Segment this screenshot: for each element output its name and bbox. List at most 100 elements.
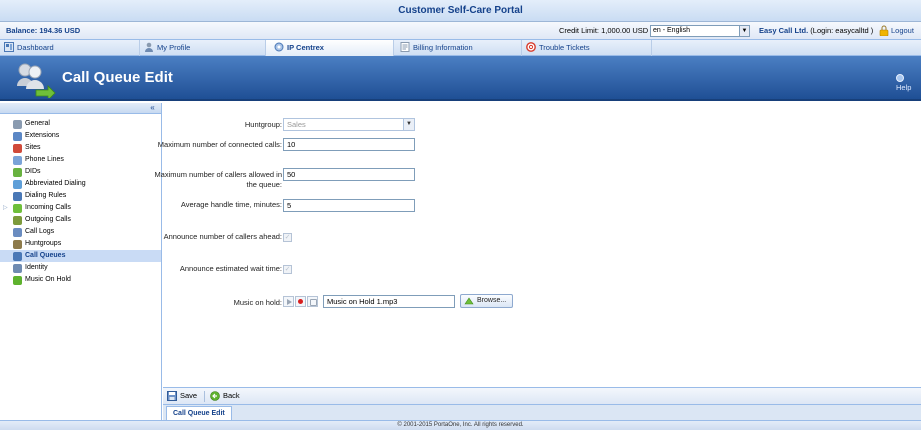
sidebar-item-label: DIDs [25, 168, 41, 175]
sidebar-item-label: Dialing Rules [25, 192, 67, 199]
huntgroup-select[interactable]: Sales ▼ [283, 118, 415, 131]
huntgroups-icon [13, 240, 22, 249]
status-bar: Balance: 194.36 USD Credit Limit: 1,000.… [0, 22, 921, 40]
record-icon[interactable] [295, 296, 306, 307]
sidebar-item-dids[interactable]: DIDs [0, 166, 161, 178]
floppy-icon [167, 391, 177, 401]
collapse-icon[interactable]: « [148, 103, 157, 113]
sidebar-item-identity[interactable]: Identity [0, 262, 161, 274]
music-on-hold-input[interactable]: Music on Hold 1.mp3 [323, 295, 455, 308]
abbreviated-dialing-icon [13, 180, 22, 189]
huntgroup-label: Huntgroup: [244, 120, 282, 129]
sidebar: « General Extensions Sites Phone Lines DIDs A… [0, 103, 162, 420]
ip-centrex-icon [274, 42, 284, 52]
chevron-down-icon[interactable]: ▼ [403, 119, 414, 130]
sidebar-item-label: Huntgroups [25, 240, 62, 247]
browse-label: Browse... [477, 297, 507, 304]
sidebar-item-label: Abbreviated Dialing [25, 180, 86, 187]
save-button[interactable]: Save [167, 391, 197, 401]
dids-icon [13, 168, 22, 177]
tab-billing-information[interactable]: Billing Information [394, 40, 522, 56]
call-logs-icon [13, 228, 22, 237]
gear-icon [13, 120, 22, 129]
bottom-tab-strip: Call Queue Edit [163, 404, 921, 421]
max-connected-label: Maximum number of connected calls: [157, 140, 282, 149]
credit-limit-value: 1,000.00 USD [601, 26, 649, 35]
tab-call-queue-edit[interactable]: Call Queue Edit [166, 406, 232, 421]
sidebar-item-label: Outgoing Calls [25, 216, 71, 223]
sidebar-item-call-queues[interactable]: Call Queues [0, 250, 161, 262]
announce-ahead-checkbox[interactable]: ✓ [283, 233, 292, 242]
expand-icon[interactable]: ▷ [3, 202, 8, 214]
tab-label: Billing Information [413, 43, 473, 52]
call-queue-form: Huntgroup: Sales ▼ Maximum number of con… [154, 103, 921, 386]
play-icon[interactable] [283, 296, 294, 307]
back-label: Back [223, 391, 240, 400]
announce-ahead-label: Announce number of callers ahead: [163, 232, 282, 241]
tab-dashboard[interactable]: Dashboard [0, 40, 140, 56]
sidebar-item-dialing-rules[interactable]: Dialing Rules [0, 190, 161, 202]
huntgroup-value: Sales [287, 120, 306, 129]
sidebar-item-call-logs[interactable]: Call Logs [0, 226, 161, 238]
logout-link[interactable]: Logout [891, 26, 914, 35]
call-queue-icon [17, 63, 56, 98]
sidebar-item-label: General [25, 120, 50, 127]
toolbar-divider [204, 391, 205, 402]
music-on-hold-icon [13, 276, 22, 285]
sidebar-item-label: Call Logs [25, 228, 55, 235]
page-header: Call Queue Edit Help [0, 56, 921, 101]
billing-icon [400, 42, 410, 52]
sidebar-item-label: Sites [25, 144, 41, 151]
company-name: Easy Call Ltd. [759, 26, 809, 35]
tab-label: My Profile [157, 43, 191, 52]
music-on-hold-label: Music on hold: [233, 298, 282, 307]
announce-wait-checkbox[interactable]: ✓ [283, 265, 292, 274]
sidebar-item-label: Incoming Calls [25, 204, 71, 211]
sidebar-item-extensions[interactable]: Extensions [0, 130, 161, 142]
help-icon [896, 74, 904, 82]
phone-lines-icon [13, 156, 22, 165]
dashboard-icon [4, 42, 14, 52]
incoming-calls-icon [13, 204, 22, 213]
language-select[interactable]: en - English ▼ [650, 25, 750, 37]
avg-handle-input[interactable]: 5 [283, 199, 415, 212]
browse-button[interactable]: Browse... [460, 294, 514, 308]
identity-icon [13, 264, 22, 273]
max-callers-input[interactable]: 50 [283, 168, 415, 181]
language-value: en - English [653, 27, 690, 34]
page-title: Call Queue Edit [62, 69, 173, 86]
sidebar-item-phone-lines[interactable]: Phone Lines [0, 154, 161, 166]
tab-ip-centrex[interactable]: IP Centrex [266, 40, 394, 56]
tab-label: Dashboard [17, 43, 54, 52]
call-queues-icon [13, 252, 22, 261]
sidebar-item-huntgroups[interactable]: Huntgroups [0, 238, 161, 250]
profile-icon [145, 42, 153, 52]
tab-trouble-tickets[interactable]: Trouble Tickets [522, 40, 652, 56]
sites-icon [13, 144, 22, 153]
delete-icon[interactable] [307, 296, 318, 307]
lock-icon[interactable] [879, 25, 889, 36]
back-button[interactable]: Back [210, 391, 240, 401]
credit-limit: Credit Limit: 1,000.00 USD [559, 26, 648, 35]
dialing-rules-icon [13, 192, 22, 201]
main-tabs: Dashboard My Profile IP Centrex Billing … [0, 40, 921, 56]
sidebar-item-label: Identity [25, 264, 48, 271]
sidebar-nav: General Extensions Sites Phone Lines DIDs Abb… [0, 114, 161, 286]
sidebar-item-sites[interactable]: Sites [0, 142, 161, 154]
chevron-down-icon[interactable]: ▼ [739, 26, 749, 36]
back-arrow-icon [210, 391, 220, 401]
help-link[interactable]: Help [896, 74, 921, 92]
login-name: (Login: easycalltd ) [810, 26, 874, 35]
sidebar-item-outgoing-calls[interactable]: Outgoing Calls [0, 214, 161, 226]
sidebar-item-label: Phone Lines [25, 156, 64, 163]
max-connected-input[interactable]: 10 [283, 138, 415, 151]
max-callers-label: Maximum number of callers allowed in the… [154, 170, 282, 189]
tab-label: IP Centrex [287, 43, 324, 52]
sidebar-item-label: Extensions [25, 132, 60, 139]
sidebar-item-abbreviated-dialing[interactable]: Abbreviated Dialing [0, 178, 161, 190]
sidebar-item-general[interactable]: General [0, 118, 161, 130]
tab-my-profile[interactable]: My Profile [140, 40, 266, 56]
sidebar-item-incoming-calls[interactable]: ▷ Incoming Calls [0, 202, 161, 214]
sidebar-item-music-on-hold[interactable]: Music On Hold [0, 274, 161, 286]
copyright-footer: © 2001-2015 PortaOne, Inc. All rights re… [0, 420, 921, 430]
